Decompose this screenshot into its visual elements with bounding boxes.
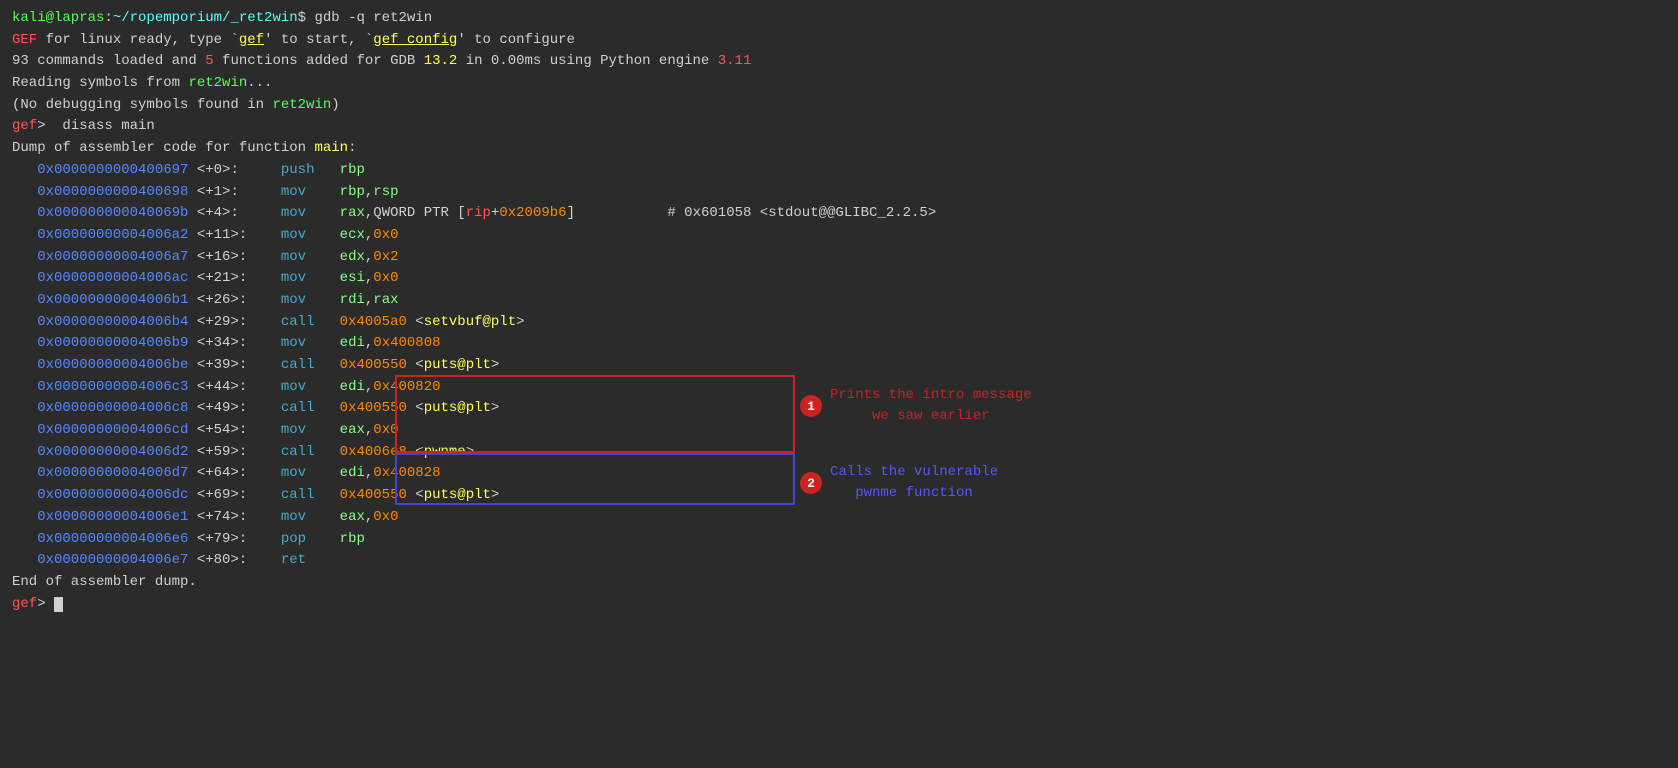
end-dump: End of assembler dump. — [12, 572, 1666, 594]
asm-line: 0x00000000004006a2 <+11>: mov ecx,0x0 — [12, 225, 1666, 247]
asm-line: 0x0000000000400698 <+1>: mov rbp,rsp — [12, 182, 1666, 204]
asm-line: 0x00000000004006b1 <+26>: mov rdi,rax — [12, 290, 1666, 312]
asm-line: 0x00000000004006a7 <+16>: mov edx,0x2 — [12, 247, 1666, 269]
annotation-text-2: Calls the vulnerable pwnme function — [830, 462, 998, 504]
no-debug: (No debugging symbols found in ret2win) — [12, 95, 1666, 117]
asm-line: 0x00000000004006b4 <+29>: call 0x4005a0 … — [12, 312, 1666, 334]
annotation-badge-2: 2 — [800, 472, 822, 494]
reading-symbols: Reading symbols from ret2win... — [12, 73, 1666, 95]
asm-line: 0x00000000004006ac <+21>: mov esi,0x0 — [12, 268, 1666, 290]
asm-line: 0x0000000000400697 <+0>: push rbp — [12, 160, 1666, 182]
asm-line: 0x000000000040069b <+4>: mov rax,QWORD P… — [12, 203, 1666, 225]
gef-info: 93 commands loaded and 5 functions added… — [12, 51, 1666, 73]
asm-line-59: 0x00000000004006d2 <+59>: call 0x4006e8 … — [12, 442, 1666, 464]
annotation-badge-1: 1 — [800, 395, 822, 417]
terminal: kali@lapras:~/ropemporium/_ret2win$ gdb … — [0, 0, 1678, 768]
final-prompt[interactable]: gef> — [12, 594, 1666, 616]
prompt-line: kali@lapras:~/ropemporium/_ret2win$ gdb … — [12, 8, 1666, 30]
dump-header: Dump of assembler code for function main… — [12, 138, 1666, 160]
gef-banner: GEF for linux ready, type `gef' to start… — [12, 30, 1666, 52]
asm-line-34: 0x00000000004006b9 <+34>: mov edi,0x4008… — [12, 333, 1666, 355]
asm-line-74: 0x00000000004006e1 <+74>: mov eax,0x0 — [12, 507, 1666, 529]
gef-disass: gef> disass main — [12, 116, 1666, 138]
asm-line-79: 0x00000000004006e6 <+79>: pop rbp — [12, 529, 1666, 551]
annotation-text-1: Prints the intro message we saw earlier — [830, 385, 1032, 427]
asm-line-39: 0x00000000004006be <+39>: call 0x400550 … — [12, 355, 1666, 377]
asm-line-80: 0x00000000004006e7 <+80>: ret — [12, 550, 1666, 572]
